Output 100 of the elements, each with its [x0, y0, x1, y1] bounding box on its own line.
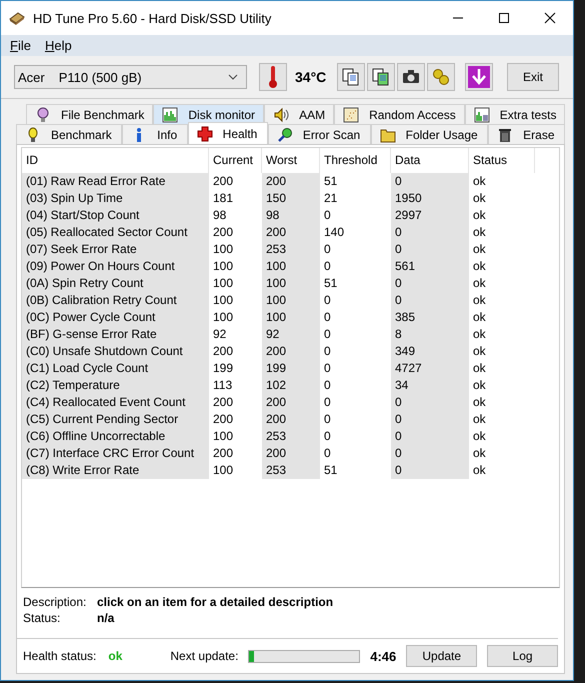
table-cell: (C1) Load Cycle Count — [22, 360, 209, 377]
thermometer-icon — [268, 65, 278, 89]
table-cell-text: ok — [472, 360, 487, 377]
table-cell: 200 — [262, 343, 320, 360]
column-header[interactable]: Current — [209, 148, 262, 173]
next-update-label: Next update: — [170, 649, 238, 663]
table-cell-text: 0 — [323, 343, 332, 360]
table-cell-text: 200 — [212, 445, 234, 462]
table-cell-text: 51 — [323, 173, 338, 190]
table-cell-text: 100 — [212, 258, 234, 275]
countdown: 4:46 — [370, 648, 396, 664]
copy-button[interactable] — [367, 63, 395, 91]
exit-button[interactable]: Exit — [507, 63, 559, 91]
tab[interactable]: Folder Usage — [370, 124, 488, 144]
table-cell: 100 — [262, 309, 320, 326]
table-cell: 1950 — [391, 190, 469, 207]
column-header[interactable]: Status — [469, 148, 535, 173]
table-cell-text: 0 — [323, 326, 332, 343]
tab[interactable]: AAM — [264, 104, 334, 124]
table-cell-text: 0 — [323, 445, 332, 462]
table-cell: 102 — [262, 377, 320, 394]
table-cell: 200 — [262, 224, 320, 241]
table-cell-text: 0 — [323, 241, 332, 258]
table-cell: (07) Seek Error Rate — [22, 241, 209, 258]
copy-icon — [372, 68, 390, 86]
menu-item[interactable]: File — [10, 38, 31, 53]
table-cell: (C6) Offline Uncorrectable — [22, 428, 209, 445]
tab[interactable]: File Benchmark — [26, 104, 154, 124]
table-cell-text: ok — [472, 190, 487, 207]
menu-item[interactable]: Help — [44, 38, 72, 53]
table-cell-text: 200 — [212, 411, 234, 428]
table-cell: (C4) Reallocated Event Count — [22, 394, 209, 411]
description-label: Description: — [23, 595, 88, 609]
table-cell-text: 21 — [323, 190, 338, 207]
table-cell: 561 — [391, 258, 469, 275]
download-icon — [468, 66, 490, 88]
table-cell-text: 100 — [212, 241, 234, 258]
tab[interactable]: Disk monitor — [153, 104, 264, 124]
drive-dropdown[interactable]: Acer P110 (500 gB) — [14, 65, 247, 89]
speaker-icon — [273, 106, 290, 122]
table-cell: 200 — [262, 445, 320, 462]
table-cell-text: 140 — [323, 224, 346, 241]
scatter-icon — [343, 106, 360, 122]
update-button[interactable]: Update — [406, 645, 478, 667]
table-cell-text: ok — [472, 428, 487, 445]
table-cell: (C8) Write Error Rate — [22, 462, 209, 479]
temperature-reading: 34°C — [295, 69, 326, 85]
log-button[interactable]: Log — [487, 645, 558, 667]
chevron-icon — [228, 74, 238, 80]
table-cell-text: 100 — [212, 462, 234, 479]
table-cell: 8 — [391, 326, 469, 343]
table-cell-text: ok — [472, 411, 487, 428]
table-cell-text: ok — [472, 343, 487, 360]
table-cell: (C2) Temperature — [22, 377, 209, 394]
status-value: n/a — [97, 611, 114, 625]
table-cell-text: 0 — [323, 207, 332, 224]
table-cell: 100 — [262, 258, 320, 275]
tab[interactable]: Error Scan — [268, 124, 371, 144]
table-cell: (0B) Calibration Retry Count — [22, 292, 209, 309]
health-status-label: Health status: — [23, 649, 96, 663]
copy-icon — [342, 68, 360, 86]
table-cell-text: 98 — [212, 207, 228, 224]
table-cell-text: 100 — [212, 309, 234, 326]
table-cell: 0 — [391, 411, 469, 428]
bulb-icon — [35, 106, 51, 122]
table-cell-text: 0 — [323, 309, 332, 326]
table-cell-text: 0 — [323, 428, 332, 445]
camera-button[interactable] — [397, 63, 425, 91]
table-cell-text: 100 — [212, 275, 234, 292]
window-title: HD Tune Pro 5.60 - Hard Disk/SSD Utility — [33, 10, 272, 26]
table-cell-text: 100 — [212, 428, 234, 445]
table-cell: 0 — [391, 275, 469, 292]
table-cell: 98 — [262, 207, 320, 224]
table-cell-text: 0 — [323, 292, 332, 309]
table-cell: (01) Raw Read Error Rate — [22, 173, 209, 190]
table-cell-text: ok — [472, 292, 487, 309]
table-cell: 150 — [262, 190, 320, 207]
table-cell-text: ok — [472, 241, 487, 258]
table-cell: 100 — [262, 275, 320, 292]
table-cell-text: ok — [472, 309, 487, 326]
table-cell-text: ok — [472, 258, 487, 275]
tab[interactable]: Benchmark — [16, 124, 122, 144]
table-cell: 0 — [391, 173, 469, 190]
thermometer-button[interactable] — [259, 63, 287, 91]
table-cell-text: 181 — [212, 190, 234, 207]
info-icon — [136, 126, 142, 142]
column-header[interactable]: Threshold — [320, 148, 391, 173]
table-cell-text: ok — [472, 394, 487, 411]
table-cell: 2997 — [391, 207, 469, 224]
magnifier-icon — [276, 126, 293, 142]
description-text: click on an item for a detailed description — [97, 595, 334, 609]
download-button[interactable] — [465, 63, 493, 91]
tab[interactable]: Health — [188, 122, 268, 145]
tab[interactable]: Erase — [488, 124, 565, 144]
tab[interactable]: Extra tests — [464, 104, 566, 124]
table-cell: (C0) Unsafe Shutdown Count — [22, 343, 209, 360]
copy-button[interactable] — [337, 63, 365, 91]
tab[interactable]: Info — [122, 124, 188, 144]
table-cell: 0 — [391, 394, 469, 411]
tab[interactable]: Random Access — [334, 104, 465, 124]
